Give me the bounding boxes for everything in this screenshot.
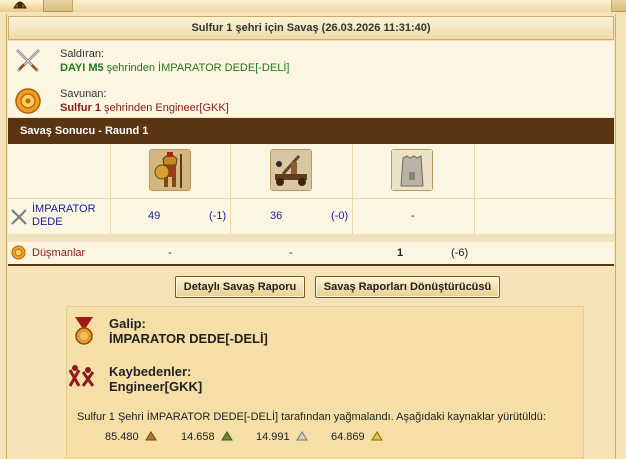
grid-divider <box>352 144 353 236</box>
crossed-swords-icon <box>16 49 40 72</box>
defender-city-link[interactable]: Sulfur 1 <box>60 102 101 114</box>
sulfur-amount: 64.869 <box>331 431 365 443</box>
wine-icon <box>220 431 233 441</box>
loot-description: Sulfur 1 Şehri İMPARATOR DEDE[-DELİ] tar… <box>77 411 546 423</box>
tab-strip <box>0 0 626 12</box>
attacker-hoplite-loss: (-1) <box>209 210 227 222</box>
catapult-icon[interactable] <box>270 149 312 191</box>
medal-icon <box>75 317 93 345</box>
attacker-origin-text: şehrinden İMPARATOR DEDE[-DELİ] <box>103 62 290 74</box>
attacker-hoplite-count: 49 <box>148 210 161 222</box>
grid-divider <box>8 198 614 199</box>
attacker-line: DAYI M5 şehrinden İMPARATOR DEDE[-DELİ] <box>60 62 289 74</box>
losers-name: Engineer[GKK] <box>109 379 203 394</box>
grid-bottom-rule <box>8 264 614 266</box>
wood-icon <box>144 431 157 441</box>
attacker-catapult-count: 36 <box>270 210 283 222</box>
marble-icon <box>295 431 308 441</box>
defender-row-label: Düşmanlar <box>32 247 86 259</box>
tab-military-advisor[interactable] <box>0 0 44 12</box>
defender-hoplite-count: - <box>168 247 172 259</box>
losers-label: Kaybedenler: <box>109 364 192 379</box>
attacker-wall-count: - <box>411 210 415 222</box>
sulfur-icon <box>370 431 383 441</box>
wood-amount: 85.480 <box>105 431 139 443</box>
report-converter-button[interactable]: Savaş Raporları Dönüştürücüsü <box>315 276 500 298</box>
grid-divider <box>474 144 475 236</box>
battle-grid: İMPARATOR DEDE 49 (-1) 36 (-0) - Düşmanl… <box>8 144 614 264</box>
marble-amount: 14.991 <box>256 431 290 443</box>
attacker-player-link[interactable]: DAYI M5 <box>60 62 104 74</box>
loot-marble: 14.991 <box>256 431 308 443</box>
loot-wine: 14.658 <box>181 431 233 443</box>
attacker-label: Saldıran: <box>60 48 105 60</box>
grid-divider <box>110 144 111 236</box>
round-header: Savaş Sonucu - Raund 1 <box>8 118 614 144</box>
attacker-catapult-loss: (-0) <box>331 210 349 222</box>
page-title: Sulfur 1 şehri için Savaş (26.03.2026 11… <box>8 16 614 40</box>
wall-icon[interactable] <box>391 149 433 191</box>
wine-amount: 14.658 <box>181 431 215 443</box>
result-panel: Galip: İMPARATOR DEDE[-DELİ] Kaybedenler… <box>66 306 584 459</box>
grid-divider <box>230 144 231 236</box>
grid-separator <box>8 234 614 242</box>
crossed-swords-icon <box>11 209 27 225</box>
defender-catapult-count: - <box>289 247 293 259</box>
detailed-report-button[interactable]: Detaylı Savaş Raporu <box>175 276 305 298</box>
winner-name: İMPARATOR DEDE[-DELİ] <box>109 331 268 346</box>
defender-wall-loss: (-6) <box>451 247 469 259</box>
attacker-row-label[interactable]: İMPARATOR DEDE <box>32 203 110 229</box>
defender-wall-count: 1 <box>397 247 404 259</box>
shield-icon <box>15 88 41 114</box>
loot-sulfur: 64.869 <box>331 431 383 443</box>
defender-label: Savunan: <box>60 88 107 100</box>
defender-line: Sulfur 1 şehrinden Engineer[GKK] <box>60 102 229 114</box>
defender-origin-text: şehrinden Engineer[GKK] <box>100 102 229 114</box>
attacker-section: Saldıran: DAYI M5 şehrinden İMPARATOR DE… <box>8 41 614 81</box>
tab-panel-header <box>72 0 612 12</box>
shield-icon <box>11 245 26 260</box>
defender-section: Savunan: Sulfur 1 şehrinden Engineer[GKK… <box>8 81 614 117</box>
hoplite-icon[interactable] <box>149 149 191 191</box>
winner-label: Galip: <box>109 316 146 331</box>
fallen-soldiers-icon <box>68 365 95 387</box>
loot-wood: 85.480 <box>105 431 157 443</box>
helmet-icon <box>13 1 27 9</box>
